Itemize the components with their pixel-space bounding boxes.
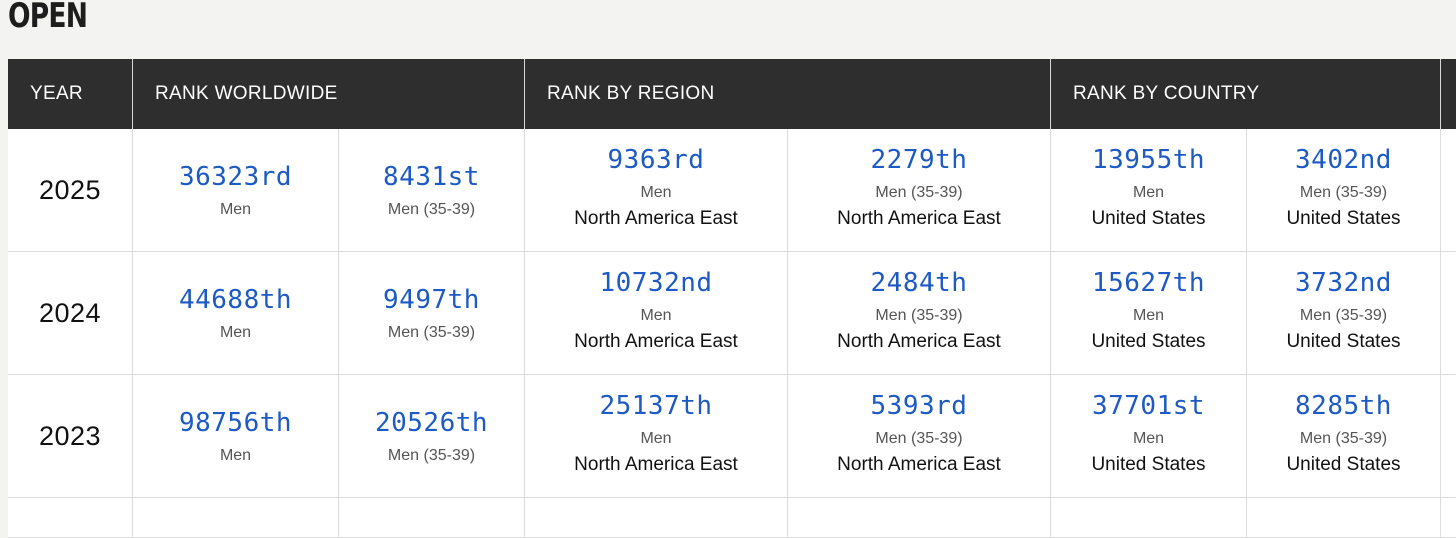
- category-label: Men (35-39): [875, 429, 963, 447]
- rank-cell: 15627th Men United States: [1051, 252, 1247, 375]
- rank-cell: 8431st Men (35-39): [339, 129, 525, 252]
- location-label: United States: [1091, 330, 1206, 352]
- rank-cell: 44688th Men: [133, 252, 339, 375]
- rank-link[interactable]: 13955th: [1092, 145, 1205, 175]
- category-label: Men: [1132, 306, 1165, 324]
- rank-link[interactable]: 15627th: [1092, 268, 1205, 298]
- column-header-worldwide: RANK WORLDWIDE: [133, 59, 525, 129]
- table-cell-extra: [1441, 375, 1456, 498]
- table-row-year: 2025: [8, 129, 133, 252]
- year-label: 2025: [38, 174, 102, 205]
- category-label: Men: [219, 323, 252, 341]
- rank-link[interactable]: 9363rd: [608, 145, 705, 175]
- category-label: Men (35-39): [387, 323, 476, 341]
- rank-cell: 5393rd Men (35-39) North America East: [788, 375, 1051, 498]
- location-label: United States: [1091, 207, 1206, 229]
- category-label: Men (35-39): [1299, 306, 1388, 324]
- rank-cell: 9363rd Men North America East: [525, 129, 788, 252]
- category-label: Men: [640, 183, 672, 201]
- category-label: Men (35-39): [1299, 429, 1388, 447]
- rank-cell: 2484th Men (35-39) North America East: [788, 252, 1051, 375]
- location-label: United States: [1091, 453, 1206, 475]
- rank-cell: [133, 498, 339, 538]
- rank-link[interactable]: 10732nd: [599, 268, 712, 298]
- category-label: Men: [640, 429, 672, 447]
- location-label: United States: [1286, 453, 1401, 475]
- rank-cell: 37701st Men United States: [1051, 375, 1247, 498]
- rank-cell: 98756th Men: [133, 375, 339, 498]
- rank-cell: 3402nd Men (35-39) United States: [1247, 129, 1441, 252]
- rank-link[interactable]: 37701st: [1092, 391, 1205, 421]
- rank-cell: [339, 498, 525, 538]
- category-label: Men (35-39): [1299, 183, 1388, 201]
- category-label: Men: [1132, 183, 1165, 201]
- table-row-year: 2024: [8, 252, 133, 375]
- table-row-year: [8, 498, 133, 538]
- table-row-year: 2023: [8, 375, 133, 498]
- rank-cell: [1247, 498, 1441, 538]
- rank-link[interactable]: 2484th: [871, 268, 968, 298]
- location-label: North America East: [837, 207, 1001, 229]
- location-label: North America East: [574, 453, 738, 475]
- table-cell-extra: [1441, 252, 1456, 375]
- rank-link[interactable]: 3732nd: [1295, 268, 1392, 298]
- rank-link[interactable]: 5393rd: [871, 391, 968, 421]
- year-label: 2024: [38, 297, 102, 328]
- rank-cell: 36323rd Men: [133, 129, 339, 252]
- rank-link[interactable]: 9497th: [383, 285, 480, 315]
- rank-link[interactable]: 3402nd: [1295, 145, 1392, 175]
- rank-cell: 13955th Men United States: [1051, 129, 1247, 252]
- table-cell-extra: [1441, 129, 1456, 252]
- rank-cell: [788, 498, 1051, 538]
- rank-cell: 3732nd Men (35-39) United States: [1247, 252, 1441, 375]
- rank-cell: [525, 498, 788, 538]
- category-label: Men: [1132, 429, 1165, 447]
- rank-cell: 20526th Men (35-39): [339, 375, 525, 498]
- category-label: Men (35-39): [387, 200, 476, 218]
- column-header-year: YEAR: [8, 59, 133, 129]
- category-label: Men (35-39): [875, 306, 963, 324]
- location-label: North America East: [837, 330, 1001, 352]
- category-label: Men: [640, 306, 672, 324]
- rank-link[interactable]: 8285th: [1295, 391, 1392, 421]
- rankings-table: YEAR RANK WORLDWIDE RANK BY REGION RANK …: [8, 59, 1456, 538]
- location-label: United States: [1286, 207, 1401, 229]
- rank-cell: 10732nd Men North America East: [525, 252, 788, 375]
- category-label: Men: [219, 200, 252, 218]
- category-label: Men (35-39): [387, 446, 476, 464]
- year-label: 2023: [38, 420, 102, 451]
- category-label: Men (35-39): [875, 183, 963, 201]
- location-label: United States: [1286, 330, 1401, 352]
- rank-cell: 8285th Men (35-39) United States: [1247, 375, 1441, 498]
- column-header-region: RANK BY REGION: [525, 59, 1051, 129]
- location-label: North America East: [574, 207, 738, 229]
- page-title: OPEN: [8, 0, 88, 36]
- category-label: Men: [219, 446, 252, 464]
- rank-cell: 25137th Men North America East: [525, 375, 788, 498]
- column-header-country: RANK BY COUNTRY: [1051, 59, 1441, 129]
- rank-link[interactable]: 44688th: [179, 285, 292, 315]
- rank-link[interactable]: 36323rd: [179, 162, 292, 192]
- location-label: North America East: [837, 453, 1001, 475]
- table-cell-extra: [1441, 498, 1456, 538]
- rank-link[interactable]: 98756th: [179, 408, 292, 438]
- rank-link[interactable]: 2279th: [871, 145, 968, 175]
- rank-link[interactable]: 25137th: [599, 391, 712, 421]
- rank-cell: 2279th Men (35-39) North America East: [788, 129, 1051, 252]
- rank-cell: 9497th Men (35-39): [339, 252, 525, 375]
- rank-link[interactable]: 20526th: [375, 408, 488, 438]
- column-header-extra: [1441, 59, 1456, 129]
- location-label: North America East: [574, 330, 738, 352]
- rank-link[interactable]: 8431st: [383, 162, 480, 192]
- rank-cell: [1051, 498, 1247, 538]
